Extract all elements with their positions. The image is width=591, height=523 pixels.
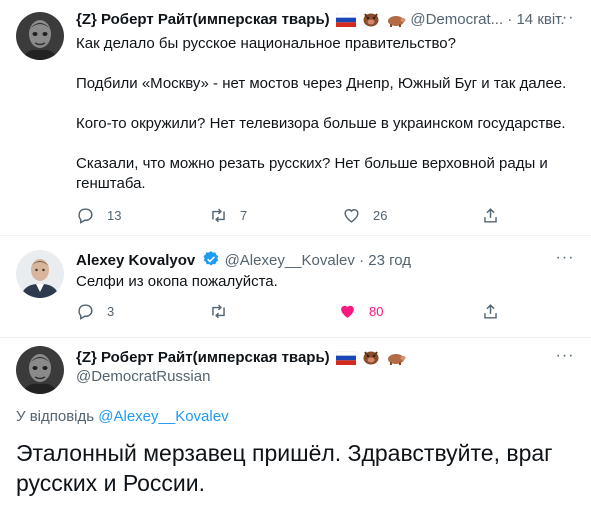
like-button[interactable]: 26 [342, 205, 387, 225]
like-count: 80 [369, 303, 384, 319]
tweet-paragraph: Селфи из окопа пожалуйста. [76, 273, 278, 290]
share-button[interactable] [481, 205, 500, 225]
like-count: 26 [373, 207, 388, 223]
verified-badge-icon [202, 250, 220, 274]
reply-button[interactable]: 3 [76, 301, 114, 321]
retweet-button[interactable]: 7 [209, 205, 247, 225]
tweet-text: Селфи из окопа пожалуйста. [76, 272, 575, 292]
reply-handle-link[interactable]: @Alexey__Kovalev [98, 408, 228, 425]
avatar[interactable] [16, 346, 64, 394]
separator-dot: · [359, 252, 365, 269]
tweet-paragraph: Как делало бы русское национальное прави… [76, 35, 456, 52]
tweet-header: Alexey Kovalyov @Alexey__Kovalev · 23 го… [76, 248, 575, 270]
user-handle[interactable]: @Democrat... [410, 11, 503, 28]
more-horizontal-icon[interactable]: ··· [555, 346, 575, 366]
reply-count: 13 [107, 207, 122, 223]
like-button[interactable]: 80 [338, 301, 383, 321]
divider [0, 337, 591, 338]
tweet-header: {Z} Роберт Райт(имперская тварь) ··· [76, 346, 575, 371]
reply-icon [78, 303, 93, 320]
share-button[interactable] [481, 301, 500, 321]
tweet-date[interactable]: 23 год [368, 252, 411, 269]
share-icon [484, 207, 497, 223]
avatar[interactable] [16, 12, 64, 60]
boar-icon [362, 11, 380, 33]
retweet-button[interactable] [209, 301, 240, 321]
display-name[interactable]: {Z} Роберт Райт(имперская тварь) [76, 349, 330, 366]
pig-icon [386, 351, 406, 371]
heart-icon [341, 305, 354, 318]
tweet-paragraph: Кого-то окружили? Нет телевизора больше … [76, 115, 566, 132]
tweet-actions: 13 7 26 [76, 205, 506, 225]
tweet-text: Как делало бы русское национальное прави… [76, 34, 575, 194]
separator-dot: · [507, 11, 513, 28]
user-handle[interactable]: @DemocratRussian [76, 368, 210, 385]
heart-icon [344, 208, 359, 223]
tweet-paragraph: Подбили «Москву» - нет мостов через Днеп… [76, 75, 567, 92]
display-name[interactable]: Alexey Kovalyov [76, 252, 195, 269]
tweet-2[interactable]: Alexey Kovalyov @Alexey__Kovalev · 23 го… [0, 248, 591, 330]
tweet-1[interactable]: {Z} Роберт Райт(имперская тварь) @Democr… [0, 8, 591, 230]
retweet-count: 7 [240, 207, 248, 223]
more-horizontal-icon[interactable]: ··· [555, 248, 575, 268]
tweet-actions: 3 80 [76, 301, 506, 321]
divider [0, 235, 591, 236]
reply-button[interactable]: 13 [76, 205, 121, 225]
avatar[interactable] [16, 250, 64, 298]
retweet-icon [212, 304, 225, 318]
russia-flag-icon [335, 350, 357, 371]
pig-icon [386, 13, 406, 33]
reply-count: 3 [107, 303, 115, 319]
reply-prefix: У відповідь [16, 408, 95, 425]
retweet-icon [212, 208, 225, 222]
more-horizontal-icon[interactable]: ··· [555, 8, 575, 28]
reply-context: У відповідь @Alexey__Kovalev [16, 408, 229, 425]
russia-flag-icon [335, 12, 357, 33]
boar-icon [362, 349, 380, 371]
tweet-header: {Z} Роберт Райт(имперская тварь) @Democr… [76, 8, 575, 33]
display-name[interactable]: {Z} Роберт Райт(имперская тварь) [76, 11, 330, 28]
user-handle[interactable]: @Alexey__Kovalev [225, 252, 355, 269]
focused-tweet-text: Эталонный мерзавец пришёл. Здравствуйте,… [16, 440, 553, 496]
tweet-paragraph: Сказали, что можно резать русских? Нет б… [76, 155, 548, 192]
share-icon [484, 303, 497, 319]
reply-icon [78, 207, 93, 224]
